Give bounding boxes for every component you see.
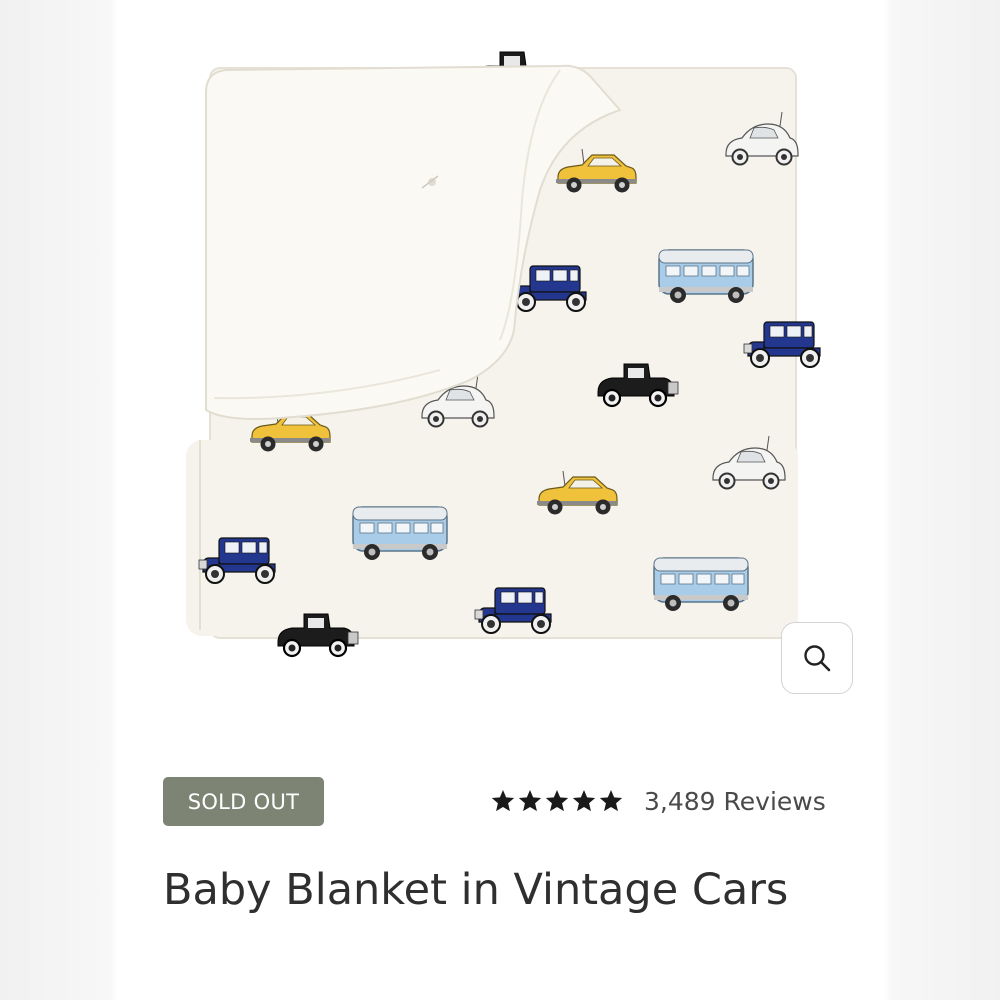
product-title: Baby Blanket in Vintage Cars [163, 865, 789, 915]
magnifier-icon [804, 645, 831, 672]
product-rating[interactable]: 3,489 Reviews [490, 780, 826, 822]
product-page: SOLD OUT 3,489 Reviews Baby Blanket in V… [0, 0, 1000, 1000]
star-icon [599, 789, 623, 812]
sold-out-badge: SOLD OUT [163, 777, 324, 826]
star-icon [491, 789, 515, 812]
reviews-link[interactable]: 3,489 Reviews [644, 787, 826, 816]
star-icon [545, 789, 569, 812]
rating-stars [490, 788, 624, 814]
star-icon [518, 789, 542, 812]
product-image[interactable] [0, 0, 1000, 700]
star-icon [572, 789, 596, 812]
zoom-button[interactable] [781, 622, 853, 694]
